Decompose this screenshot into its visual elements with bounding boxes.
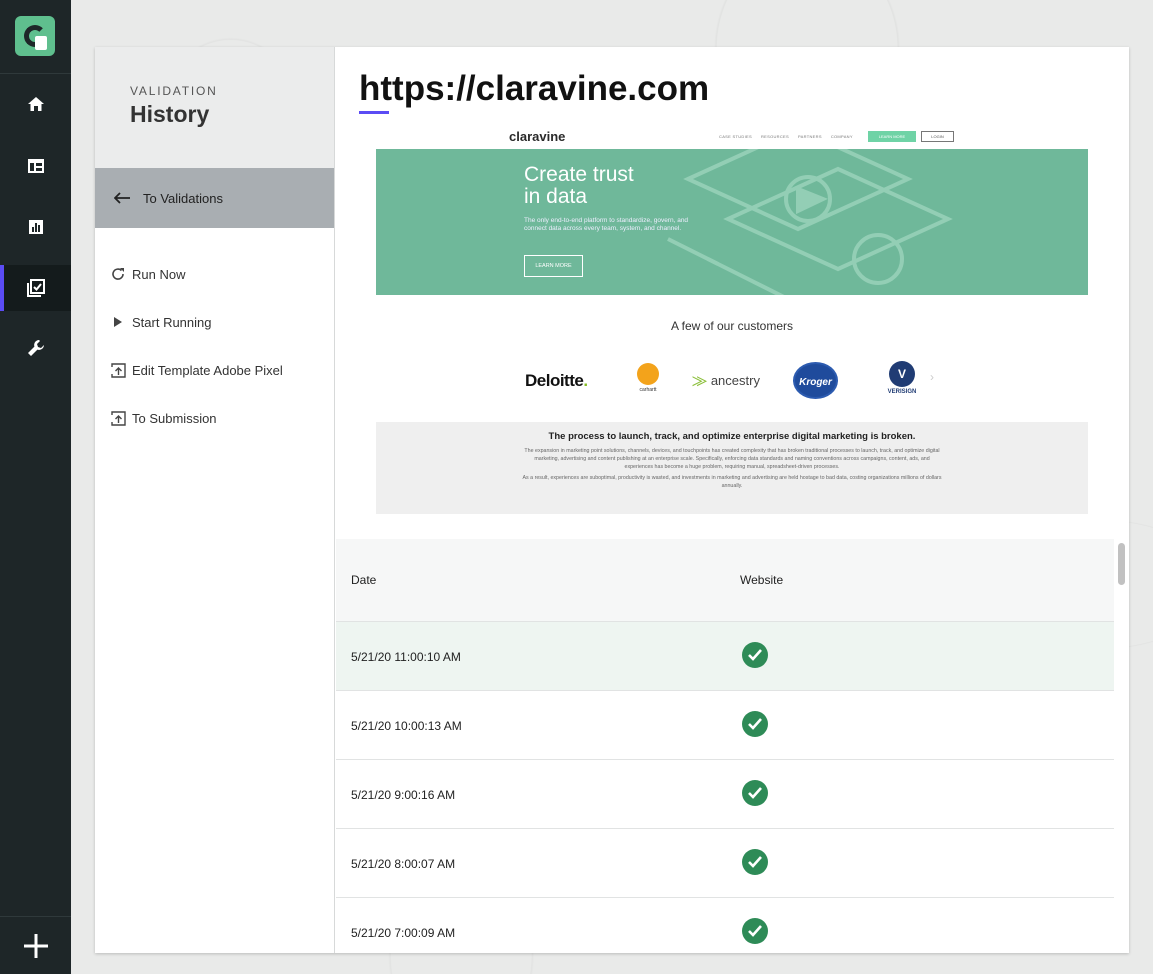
preview-hero-button: LEARN MORE (524, 255, 583, 277)
menu-label: To Submission (132, 410, 217, 426)
preview-nav: claravine CASE STUDIES RESOURCES PARTNER… (376, 125, 1088, 149)
table-layout-icon (27, 159, 44, 173)
check-icon (742, 711, 768, 737)
title-accent-underline (359, 111, 389, 114)
preview-panel-paragraph: As a result, experiences are suboptimal,… (522, 475, 942, 489)
action-menu: Run Now Start Running Edit Template Adob… (95, 228, 334, 442)
carhartt-text: carhartt (639, 387, 657, 393)
back-label: To Validations (143, 190, 223, 206)
bar-chart-icon (28, 220, 43, 234)
rail-divider-bottom (0, 916, 71, 917)
app-logo[interactable] (15, 16, 55, 56)
preview-nav-links: CASE STUDIES RESOURCES PARTNERS COMPANY (719, 134, 853, 139)
ancestry-logo: ⨠ ancestry (692, 373, 760, 388)
to-submission-button[interactable]: To Submission (95, 394, 334, 442)
deloitte-text: Deloitte (525, 371, 584, 390)
refresh-icon (109, 265, 127, 283)
table-row[interactable]: 5/21/20 9:00:16 AM (336, 760, 1114, 829)
chevron-right-icon: › (930, 370, 934, 384)
app-nav-rail (0, 0, 71, 974)
site-url-title: https://claravine.com (359, 69, 710, 108)
hero-illustration (667, 149, 953, 295)
history-table: Date Website 5/21/20 11:00:10 AM 5/21/20… (336, 539, 1114, 953)
run-now-button[interactable]: Run Now (95, 250, 334, 298)
nav-home[interactable] (0, 81, 71, 127)
row-date: 5/21/20 7:00:09 AM (351, 926, 456, 940)
preview-nav-link: PARTNERS (798, 134, 822, 139)
preview-logo: claravine (509, 129, 566, 144)
nav-settings[interactable] (0, 325, 71, 371)
add-button[interactable] (0, 918, 71, 974)
hero-title-line: Create trust (524, 163, 634, 186)
column-header-website[interactable]: Website (740, 573, 783, 587)
edit-template-button[interactable]: Edit Template Adobe Pixel (95, 346, 334, 394)
preview-panel-heading: The process to launch, track, and optimi… (548, 431, 916, 442)
home-icon (27, 97, 44, 111)
arrow-left-icon (114, 192, 130, 204)
sidebar-header: VALIDATION History (95, 47, 334, 168)
table-row[interactable]: 5/21/20 7:00:09 AM (336, 898, 1114, 953)
preview-nav-primary: LEARN MORE (868, 131, 916, 142)
verisign-logo: V VERISIGN (880, 361, 924, 395)
hero-title-line: in data (524, 185, 588, 208)
preview-nav-secondary: LOGIN (921, 131, 954, 142)
table-scrollbar[interactable] (1118, 543, 1125, 585)
preview-customer-logos: Deloitte. carhartt ⨠ ancestry Kroger V VE… (376, 361, 1088, 401)
deloitte-logo: Deloitte. (525, 371, 588, 391)
history-main: https://claravine.com claravine CASE STU… (336, 47, 1129, 953)
preview-hero-subtitle: The only end-to-end platform to standard… (524, 217, 689, 232)
plus-icon (23, 934, 48, 958)
nav-validations[interactable] (0, 265, 71, 311)
upload-box-icon (109, 409, 127, 427)
deloitte-dot: . (583, 371, 588, 390)
check-icon (742, 780, 768, 806)
website-screenshot-preview: claravine CASE STUDIES RESOURCES PARTNER… (376, 125, 1088, 515)
row-date: 5/21/20 10:00:13 AM (351, 719, 462, 733)
verisign-text: VERISIGN (887, 389, 917, 395)
preview-customers-heading: A few of our customers (670, 319, 794, 333)
nav-templates[interactable] (0, 143, 71, 189)
verisign-mark: V (889, 361, 915, 387)
preview-panel-paragraph: The expansion in marketing point solutio… (524, 448, 940, 470)
table-row[interactable]: 5/21/20 11:00:10 AM (336, 622, 1114, 691)
row-date: 5/21/20 9:00:16 AM (351, 788, 456, 802)
menu-label: Edit Template Adobe Pixel (132, 362, 283, 378)
history-sidebar: VALIDATION History To Validations Run No… (95, 47, 335, 953)
wrench-icon (27, 340, 44, 356)
preview-nav-link: COMPANY (830, 134, 853, 139)
play-icon (109, 313, 127, 331)
check-icon (742, 918, 768, 944)
column-header-date[interactable]: Date (351, 573, 376, 587)
check-icon (742, 849, 768, 875)
preview-problem-panel: The process to launch, track, and optimi… (376, 422, 1088, 514)
menu-label: Run Now (132, 266, 186, 282)
check-icon (742, 642, 768, 668)
checklist-icon (26, 279, 45, 297)
menu-label: Start Running (132, 314, 212, 330)
kroger-logo: Kroger (793, 362, 838, 399)
back-to-validations-button[interactable]: To Validations (95, 168, 334, 228)
validation-history-card: VALIDATION History To Validations Run No… (95, 47, 1129, 953)
table-row[interactable]: 5/21/20 10:00:13 AM (336, 691, 1114, 760)
preview-hero: Create trust in data The only end-to-end… (376, 149, 1088, 295)
row-date: 5/21/20 11:00:10 AM (351, 650, 461, 664)
upload-box-icon (109, 361, 127, 379)
carhartt-logo: carhartt (630, 363, 666, 393)
ancestry-text: ancestry (710, 373, 760, 388)
preview-nav-link: CASE STUDIES (719, 134, 752, 139)
sidebar-kicker: VALIDATION (130, 84, 218, 98)
nav-reports[interactable] (0, 204, 71, 250)
preview-hero-title: Create trust in data (524, 164, 634, 208)
row-date: 5/21/20 8:00:07 AM (351, 857, 456, 871)
rail-divider (0, 73, 71, 74)
page-title: History (130, 101, 210, 127)
start-running-button[interactable]: Start Running (95, 298, 334, 346)
table-row[interactable]: 5/21/20 8:00:07 AM (336, 829, 1114, 898)
table-header: Date Website (336, 539, 1114, 622)
preview-nav-link: RESOURCES (760, 134, 789, 139)
